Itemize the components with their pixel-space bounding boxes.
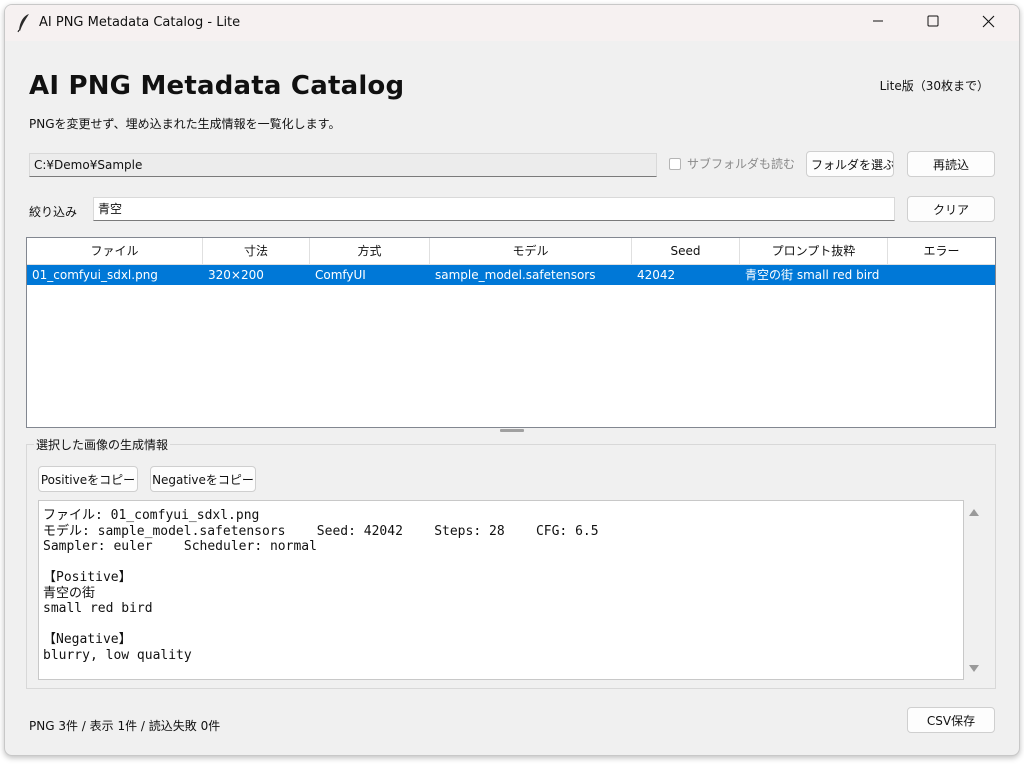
column-header-file[interactable]: ファイル bbox=[27, 238, 203, 264]
copy-positive-button[interactable]: Positiveをコピー bbox=[38, 466, 138, 492]
edition-label: Lite版（30枚まで） bbox=[879, 79, 989, 93]
maximize-icon bbox=[927, 15, 939, 31]
cell-size: 320×200 bbox=[208, 268, 264, 282]
minimize-icon bbox=[872, 15, 884, 31]
page-title: AI PNG Metadata Catalog bbox=[29, 71, 405, 101]
text-line-blank bbox=[39, 617, 963, 633]
app-window: AI PNG Metadata Catalog - Lite AI PNG Me… bbox=[4, 4, 1020, 756]
folder-path-field[interactable]: C:¥Demo¥Sample bbox=[29, 153, 657, 177]
text-line: Sampler: euler Scheduler: normal bbox=[43, 539, 317, 554]
detail-group-label: 選択した画像の生成情報 bbox=[34, 436, 171, 453]
table-header: ファイル 寸法 方式 モデル Seed プロンプト抜粋 エラー bbox=[27, 238, 995, 265]
triangle-down-icon bbox=[969, 662, 979, 677]
results-table[interactable]: ファイル 寸法 方式 モデル Seed プロンプト抜粋 エラー 01_comfy… bbox=[26, 237, 996, 428]
column-header-seed[interactable]: Seed bbox=[632, 238, 740, 264]
close-button[interactable] bbox=[965, 5, 1011, 41]
checkbox-box[interactable] bbox=[669, 157, 681, 170]
csv-save-button[interactable]: CSV保存 bbox=[907, 707, 995, 733]
text-line: blurry, low quality bbox=[43, 647, 192, 663]
cell-model: sample_model.safetensors bbox=[435, 268, 596, 282]
copy-negative-button[interactable]: Negativeをコピー bbox=[150, 466, 256, 492]
status-text: PNG 3件 / 表示 1件 / 読込失敗 0件 bbox=[29, 719, 221, 733]
text-line: 【Negative】 bbox=[43, 632, 132, 647]
scroll-up-arrow[interactable] bbox=[967, 506, 981, 518]
subfolder-label: サブフォルダも読む bbox=[687, 157, 796, 171]
table-row[interactable]: 01_comfyui_sdxl.png 320×200 ComfyUI samp… bbox=[27, 265, 995, 285]
choose-folder-button[interactable]: フォルダを選ぶ bbox=[806, 151, 894, 177]
maximize-button[interactable] bbox=[910, 5, 956, 41]
close-icon bbox=[982, 15, 995, 32]
column-header-error[interactable]: エラー bbox=[888, 238, 995, 264]
title-bar: AI PNG Metadata Catalog - Lite bbox=[5, 5, 1019, 41]
text-line: モデル: sample_model.safetensors Seed: 4204… bbox=[43, 523, 599, 539]
column-header-method[interactable]: 方式 bbox=[310, 238, 430, 264]
column-header-model[interactable]: モデル bbox=[430, 238, 632, 264]
clear-button[interactable]: クリア bbox=[907, 196, 995, 222]
subfolder-checkbox[interactable]: サブフォルダも読む bbox=[669, 155, 795, 172]
reload-button[interactable]: 再読込 bbox=[907, 151, 995, 177]
column-header-prompt[interactable]: プロンプト抜粋 bbox=[740, 238, 888, 264]
cell-seed: 42042 bbox=[637, 268, 676, 282]
metadata-text-area[interactable]: ファイル: 01_comfyui_sdxl.png モデル: sample_mo… bbox=[38, 500, 964, 680]
cell-error bbox=[888, 265, 995, 285]
quill-feather-icon bbox=[17, 13, 31, 33]
window-title: AI PNG Metadata Catalog - Lite bbox=[39, 15, 241, 30]
column-header-size[interactable]: 寸法 bbox=[203, 238, 310, 264]
filter-input[interactable]: 青空 bbox=[93, 197, 895, 221]
text-line: 【Positive】 bbox=[43, 570, 132, 585]
triangle-up-icon bbox=[969, 505, 979, 520]
cell-prompt: 青空の街 small red bird bbox=[745, 268, 880, 282]
cell-file: 01_comfyui_sdxl.png bbox=[32, 268, 158, 282]
text-line: ファイル: 01_comfyui_sdxl.png bbox=[43, 508, 260, 523]
text-line: 青空の街 bbox=[43, 585, 96, 601]
text-line-blank bbox=[39, 555, 963, 571]
filter-label: 絞り込み bbox=[29, 205, 78, 219]
cell-method: ComfyUI bbox=[315, 268, 366, 282]
page-subtitle: PNGを変更せず、埋め込まれた生成情報を一覧化します。 bbox=[29, 117, 341, 131]
text-line: small red bird bbox=[43, 601, 153, 616]
pane-resize-handle[interactable] bbox=[500, 429, 524, 432]
scroll-down-arrow[interactable] bbox=[967, 663, 981, 675]
minimize-button[interactable] bbox=[855, 5, 901, 41]
